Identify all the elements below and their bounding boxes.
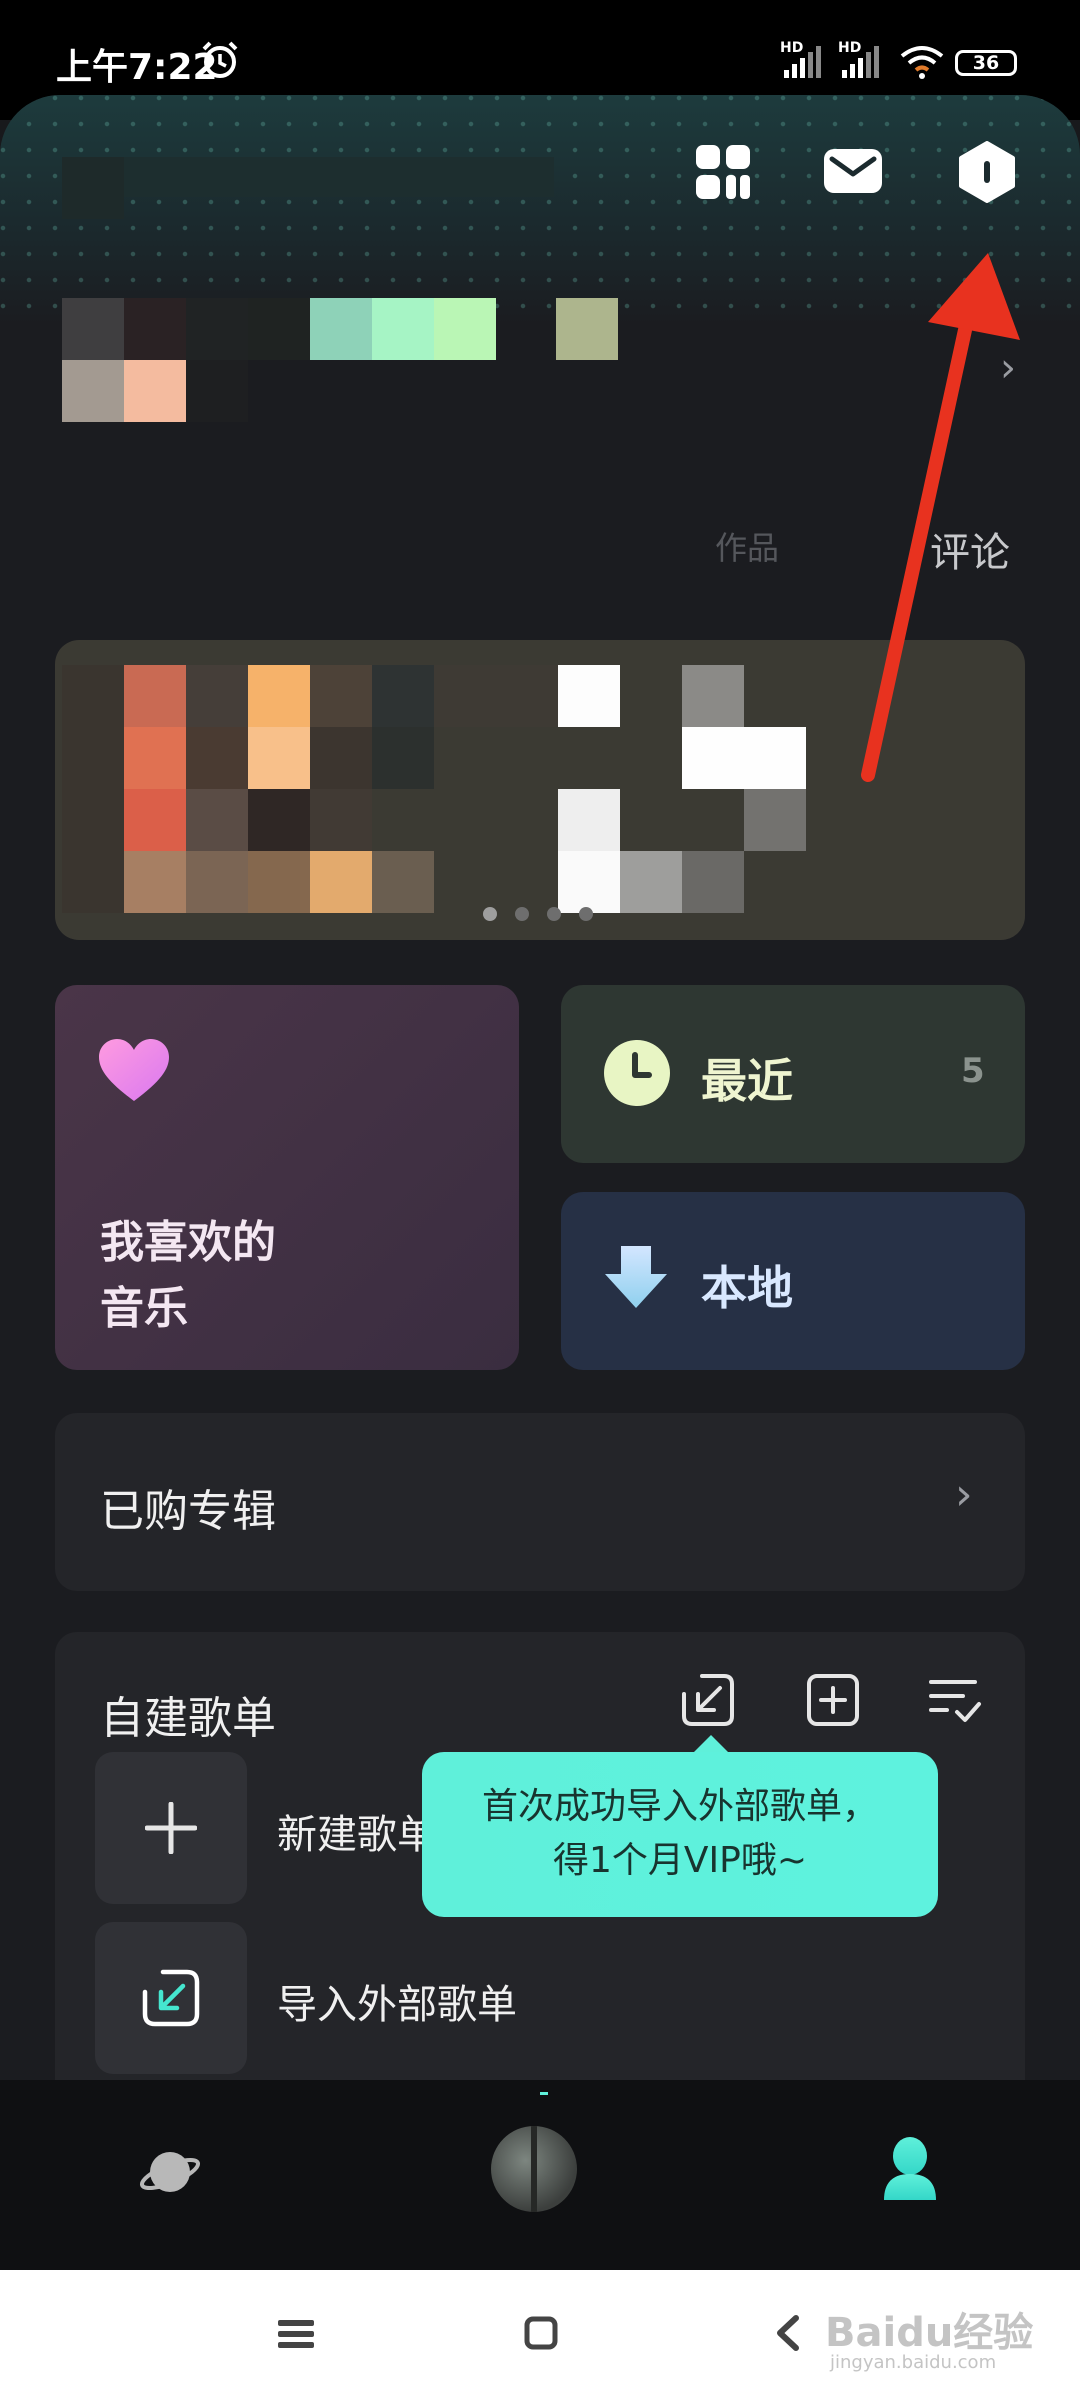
purchased-albums-row[interactable]: 已购专辑 ›	[55, 1413, 1025, 1591]
home-icon[interactable]	[524, 2316, 558, 2350]
plus-icon	[145, 1802, 197, 1854]
mail-icon[interactable]	[822, 141, 884, 203]
local-music-card[interactable]: 本地	[561, 1192, 1025, 1370]
comment-label[interactable]: 评论	[930, 520, 1010, 578]
favorite-music-label: 我喜欢的 音乐	[100, 1217, 276, 1334]
import-playlist-label[interactable]: 导入外部歌单	[277, 1972, 517, 2030]
clock-icon	[604, 1040, 670, 1106]
alarm-icon	[202, 41, 238, 78]
recent-card[interactable]: 最近 5	[561, 985, 1025, 1163]
planet-discover-icon[interactable]	[138, 2140, 202, 2204]
baidu-watermark: Baidu经验	[825, 2310, 1034, 2356]
banner-carousel[interactable]	[55, 640, 1025, 940]
import-vip-tooltip[interactable]: 首次成功导入外部歌单， 得1个月VIP哦~	[422, 1752, 938, 1917]
tooltip-pointer	[693, 1735, 729, 1753]
menu-icon[interactable]	[278, 2318, 314, 2350]
manage-playlist-icon[interactable]	[927, 1672, 983, 1728]
favorite-music-card[interactable]: 我喜欢的 音乐	[55, 985, 519, 1370]
header-background	[0, 95, 1080, 325]
system-navigation-bar: Baidu经验 jingyan.baidu.com	[0, 2270, 1080, 2400]
back-icon[interactable]	[774, 2314, 800, 2352]
settings-hexagon-icon[interactable]	[956, 141, 1018, 203]
purchased-albums-label: 已购专辑	[100, 1486, 276, 1537]
tooltip-line-1: 首次成功导入外部歌单，	[481, 1786, 878, 1827]
works-label: 作品	[715, 529, 780, 567]
tooltip-line-2: 得1个月VIP哦~	[552, 1840, 808, 1881]
carousel-dot[interactable]	[579, 907, 593, 921]
bottom-navigation	[0, 2080, 1080, 2270]
import-playlist-icon[interactable]	[680, 1672, 736, 1728]
heart-icon	[99, 1039, 169, 1101]
progress-tick	[540, 2092, 548, 2095]
recent-label: 最近	[701, 1054, 793, 1108]
profile-chevron-icon[interactable]: ›	[1000, 345, 1016, 391]
now-playing-disc[interactable]	[491, 2126, 577, 2212]
wifi-icon	[900, 46, 944, 79]
new-playlist-label[interactable]: 新建歌单	[277, 1802, 437, 1860]
status-time: 上午7:22	[56, 47, 218, 88]
add-playlist-icon[interactable]	[805, 1672, 861, 1728]
local-label: 本地	[701, 1261, 793, 1315]
import-playlist-thumb[interactable]	[95, 1922, 247, 2074]
carousel-dot[interactable]	[483, 907, 497, 921]
apps-grid-icon[interactable]	[692, 141, 754, 203]
baidu-watermark-url: jingyan.baidu.com	[830, 2352, 997, 2373]
recent-count: 5	[961, 1051, 985, 1091]
new-playlist-thumb[interactable]	[95, 1752, 247, 1904]
carousel-dot[interactable]	[547, 907, 561, 921]
carousel-dot[interactable]	[515, 907, 529, 921]
chevron-right-icon: ›	[955, 1469, 973, 1520]
my-playlists-title: 自建歌单	[100, 1693, 276, 1744]
profile-icon[interactable]	[880, 2136, 940, 2202]
import-icon	[142, 1969, 200, 2027]
battery-indicator: 36	[955, 50, 1017, 76]
download-arrow-icon	[605, 1246, 667, 1308]
